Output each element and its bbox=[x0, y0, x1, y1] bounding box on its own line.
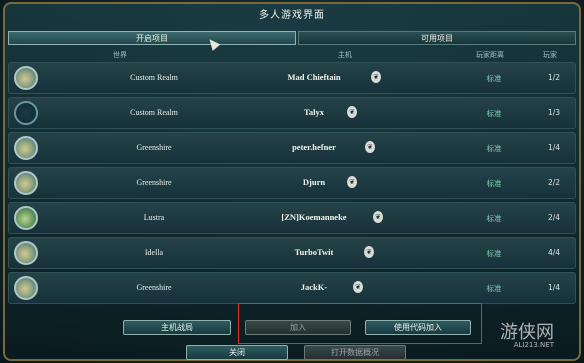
game-row[interactable]: Idella TurboTwit ❦ 标准 4/4 bbox=[8, 237, 576, 269]
faction-emblem-icon: ❦ bbox=[373, 211, 383, 223]
game-row[interactable]: Custom Realm Talyx ❦ 标准 1/3 bbox=[8, 97, 576, 129]
faction-emblem-icon: ❦ bbox=[364, 246, 374, 258]
column-header-world[interactable]: 世界 bbox=[113, 50, 127, 60]
host-battle-button[interactable]: 主机战局 bbox=[123, 320, 231, 335]
host-name: Talyx bbox=[303, 107, 324, 117]
host-name: Mad Chieftain bbox=[287, 72, 341, 82]
player-distance: 标准 bbox=[486, 144, 502, 153]
player-distance: 标准 bbox=[486, 284, 502, 293]
world-name: Custom Realm bbox=[130, 108, 178, 117]
game-list: Custom Realm Mad Chieftain ❦ 标准 1/2 Cust… bbox=[8, 62, 576, 308]
game-row[interactable]: Greenshire JackK- ❦ 标准 1/4 bbox=[8, 272, 576, 304]
player-count: 1/2 bbox=[547, 73, 561, 82]
world-name: Greenshire bbox=[136, 178, 172, 187]
world-map-icon bbox=[14, 206, 38, 230]
window-title: 多人游戏界面 bbox=[259, 10, 325, 21]
game-row[interactable]: Lustra [ZN]Koemanneke ❦ 标准 2/4 bbox=[8, 202, 576, 234]
tab-open-projects[interactable]: 开启项目 bbox=[8, 31, 296, 45]
close-button[interactable]: 关闭 bbox=[186, 345, 288, 360]
player-count: 1/4 bbox=[547, 283, 561, 292]
host-name: [ZN]Koemanneke bbox=[281, 212, 347, 222]
player-distance: 标准 bbox=[486, 214, 502, 223]
player-distance: 标准 bbox=[486, 74, 502, 83]
tab-bar: 开启项目 可用项目 bbox=[8, 31, 576, 45]
faction-emblem-icon: ❦ bbox=[347, 176, 357, 188]
player-distance: 标准 bbox=[486, 109, 502, 118]
player-count: 1/3 bbox=[547, 108, 561, 117]
world-map-icon bbox=[14, 241, 38, 265]
game-row[interactable]: Greenshire peter.hefner ❦ 标准 1/4 bbox=[8, 132, 576, 164]
column-headers: 世界 主机 玩家距离 玩家 bbox=[8, 50, 576, 62]
site-watermark: 游侠网 ALI213.NET bbox=[500, 318, 554, 349]
world-name: Greenshire bbox=[136, 143, 172, 152]
tab-available-projects[interactable]: 可用项目 bbox=[298, 31, 576, 45]
world-map-icon bbox=[14, 276, 38, 300]
world-map-icon bbox=[14, 171, 38, 195]
host-name: peter.hefner bbox=[292, 142, 336, 152]
column-header-players[interactable]: 玩家 bbox=[543, 50, 557, 60]
player-count: 4/4 bbox=[547, 248, 561, 257]
world-name: Greenshire bbox=[136, 283, 172, 292]
column-header-host[interactable]: 主机 bbox=[338, 50, 352, 60]
player-distance: 标准 bbox=[486, 179, 502, 188]
faction-emblem-icon: ❦ bbox=[353, 281, 363, 293]
player-distance: 标准 bbox=[486, 249, 502, 258]
faction-emblem-icon: ❦ bbox=[365, 141, 375, 153]
faction-emblem-icon: ❦ bbox=[347, 106, 357, 118]
highlight-annotation-box bbox=[238, 303, 482, 344]
world-map-icon bbox=[14, 66, 38, 90]
watermark-text: 游侠网 bbox=[500, 322, 554, 343]
column-header-distance[interactable]: 玩家距离 bbox=[476, 50, 504, 60]
host-name: Djurn bbox=[302, 177, 326, 187]
faction-emblem-icon: ❦ bbox=[371, 71, 381, 83]
player-count: 2/4 bbox=[547, 213, 561, 222]
player-count: 2/2 bbox=[547, 178, 561, 187]
world-map-icon bbox=[14, 136, 38, 160]
world-map-icon bbox=[14, 101, 38, 125]
world-name: Custom Realm bbox=[130, 73, 178, 82]
world-name: Lustra bbox=[143, 213, 165, 222]
player-count: 1/4 bbox=[547, 143, 561, 152]
host-name: TurboTwit bbox=[294, 247, 334, 257]
world-name: Idella bbox=[144, 248, 164, 257]
game-row[interactable]: Custom Realm Mad Chieftain ❦ 标准 1/2 bbox=[8, 62, 576, 94]
game-row[interactable]: Greenshire Djurn ❦ 标准 2/2 bbox=[8, 167, 576, 199]
open-data-overview-button[interactable]: 打开数据概况 bbox=[304, 345, 406, 360]
